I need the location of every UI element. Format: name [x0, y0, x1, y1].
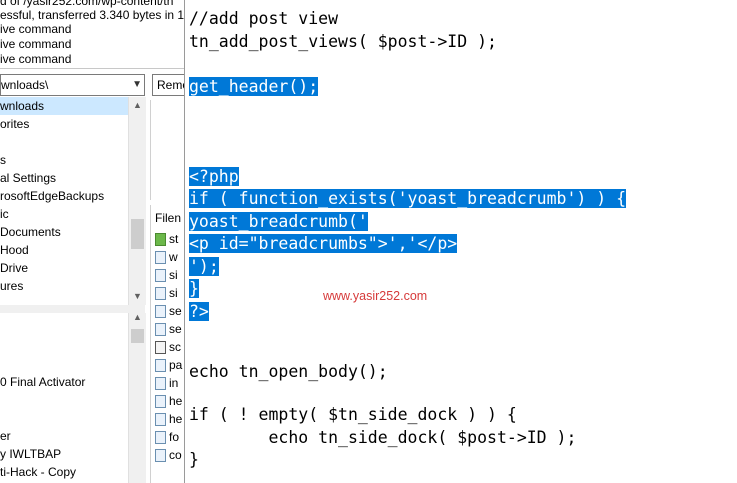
- code-line[interactable]: tn_add_post_views( $post->ID );: [189, 31, 497, 54]
- selected-text: }: [189, 279, 199, 298]
- file-icon: [155, 431, 166, 445]
- code-line[interactable]: ');: [189, 256, 219, 279]
- file-list-scrollbar[interactable]: ▲: [128, 312, 146, 483]
- file-icon: [155, 287, 166, 301]
- file-icon: [155, 413, 166, 427]
- list-item[interactable]: ti-Hack - Copy: [0, 463, 76, 481]
- selected-text: if ( function_exists('yoast_breadcrumb')…: [189, 189, 627, 208]
- log-line: essful, transferred 3.340 bytes in 1 s: [0, 8, 185, 22]
- local-path-value: wnloads\: [1, 78, 49, 92]
- ftp-client-panel: d of /yasir252.com/wp-content/th essful,…: [0, 0, 185, 483]
- code-line[interactable]: echo tn_open_body();: [189, 361, 388, 384]
- tree-item[interactable]: wnloads: [0, 97, 128, 115]
- tree-item[interactable]: ic: [0, 205, 9, 223]
- remote-file-row[interactable]: he: [155, 394, 184, 412]
- code-line[interactable]: <?php: [189, 166, 239, 189]
- code-line[interactable]: }: [189, 449, 199, 472]
- code-line[interactable]: get_header();: [189, 76, 319, 99]
- filename-column-header[interactable]: Filen: [155, 209, 181, 227]
- document-icon: [155, 341, 166, 355]
- watermark: www.yasir252.com: [323, 289, 428, 303]
- code-editor[interactable]: //add post view tn_add_post_views( $post…: [185, 0, 737, 483]
- file-icon: [155, 251, 166, 265]
- remote-file-row[interactable]: st: [155, 232, 184, 250]
- scrollbar-thumb[interactable]: [131, 329, 144, 343]
- log-line: ive command: [0, 22, 72, 36]
- code-line[interactable]: echo tn_side_dock( $post->ID );: [189, 427, 576, 450]
- remote-file-row[interactable]: se: [155, 322, 184, 340]
- tree-scrollbar[interactable]: ▲ ▼: [128, 97, 146, 305]
- selected-text: ?>: [189, 301, 209, 321]
- tree-item[interactable]: rosoftEdgeBackups: [0, 187, 104, 205]
- file-icon: [155, 359, 166, 373]
- code-line[interactable]: }: [189, 278, 199, 301]
- code-line[interactable]: if ( function_exists('yoast_breadcrumb')…: [189, 188, 627, 211]
- code-line[interactable]: //add post view: [189, 8, 338, 31]
- chevron-down-icon[interactable]: ▼: [129, 288, 146, 305]
- local-directory-tree: wnloads orites s al Settings rosoftEdgeB…: [0, 97, 128, 305]
- remote-file-row[interactable]: si: [155, 268, 184, 286]
- selected-text: <p id="breadcrumbs">','</p>: [189, 234, 458, 253]
- file-icon: [155, 449, 166, 463]
- tree-item[interactable]: Hood: [0, 241, 29, 259]
- file-icon: [155, 377, 166, 391]
- local-file-list: 0 Final Activator er y IWLTBAP ti-Hack -…: [0, 313, 128, 483]
- selected-text: yoast_breadcrumb(': [189, 211, 368, 231]
- chevron-up-icon[interactable]: ▲: [129, 309, 146, 326]
- tree-item[interactable]: Documents: [0, 223, 61, 241]
- selected-text: get_header();: [189, 76, 319, 96]
- code-line[interactable]: <p id="breadcrumbs">','</p>: [189, 233, 458, 256]
- remote-file-list: Filen st w si si se se sc pa in he he fo…: [150, 205, 184, 483]
- remote-directory-tree: [150, 100, 184, 200]
- remote-file-row[interactable]: si: [155, 286, 184, 304]
- remote-file-row[interactable]: sc: [155, 340, 184, 358]
- tree-item[interactable]: orites: [0, 115, 29, 133]
- remote-file-row[interactable]: in: [155, 376, 184, 394]
- remote-file-row[interactable]: co: [155, 448, 184, 466]
- folder-icon: [155, 233, 166, 247]
- list-item[interactable]: y IWLTBAP: [0, 445, 61, 463]
- code-line[interactable]: if ( ! empty( $tn_side_dock ) ) {: [189, 404, 517, 427]
- remote-file-row[interactable]: fo: [155, 430, 184, 448]
- file-icon: [155, 305, 166, 319]
- selected-text: <?php: [189, 166, 239, 186]
- tree-item[interactable]: ures: [0, 277, 23, 295]
- chevron-up-icon[interactable]: ▲: [129, 97, 146, 114]
- file-icon: [155, 323, 166, 337]
- chevron-down-icon[interactable]: ▼: [132, 75, 142, 95]
- remote-file-row[interactable]: he: [155, 412, 184, 430]
- list-item[interactable]: 0 Final Activator: [0, 373, 85, 391]
- code-line[interactable]: ?>: [189, 301, 209, 324]
- tree-item[interactable]: Drive: [0, 259, 28, 277]
- file-icon: [155, 269, 166, 283]
- tree-item[interactable]: s: [0, 151, 6, 169]
- log-line: ive command: [0, 52, 72, 66]
- remote-file-row[interactable]: se: [155, 304, 184, 322]
- file-icon: [155, 395, 166, 409]
- log-line: ive command: [0, 37, 72, 51]
- panel-splitter[interactable]: [0, 305, 145, 313]
- scrollbar-thumb[interactable]: [131, 219, 144, 249]
- list-item[interactable]: er: [0, 427, 11, 445]
- remote-file-row[interactable]: w: [155, 250, 184, 268]
- selected-text: ');: [189, 256, 219, 276]
- remote-site-label: Remo: [157, 78, 184, 92]
- code-line[interactable]: yoast_breadcrumb(': [189, 211, 368, 234]
- local-path-input[interactable]: wnloads\ ▼: [0, 74, 145, 96]
- remote-file-row[interactable]: pa: [155, 358, 184, 376]
- tree-item[interactable]: al Settings: [0, 169, 56, 187]
- message-log: d of /yasir252.com/wp-content/th essful,…: [0, 0, 184, 69]
- remote-site-field[interactable]: Remo: [152, 74, 184, 96]
